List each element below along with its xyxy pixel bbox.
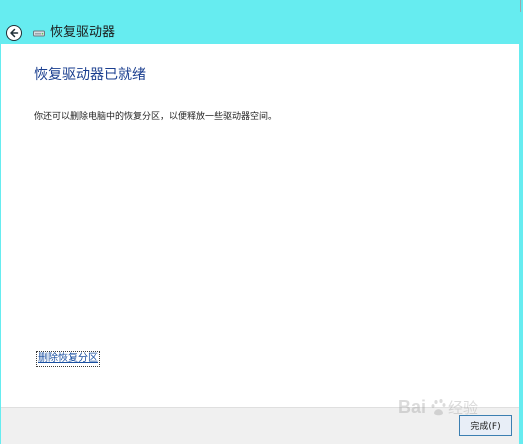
delete-recovery-partition-link[interactable]: 删除恢复分区 bbox=[36, 351, 100, 367]
window-title: 恢复驱动器 bbox=[50, 25, 116, 40]
recovery-drive-window: 恢复驱动器 恢复驱动器已就绪 你还可以删除电脑中的恢复分区，以便释放一些驱动器空… bbox=[0, 0, 523, 444]
svg-text:Bai: Bai bbox=[398, 397, 426, 417]
back-arrow-icon bbox=[10, 28, 19, 38]
description-text: 你还可以删除电脑中的恢复分区，以便释放一些驱动器空间。 bbox=[34, 112, 278, 122]
title-bar: 恢复驱动器 bbox=[0, 0, 523, 44]
drive-icon bbox=[33, 30, 45, 37]
window-edge bbox=[520, 0, 521, 12]
page-heading: 恢复驱动器已就绪 bbox=[34, 67, 146, 83]
back-button[interactable] bbox=[6, 25, 22, 41]
content-area: 恢复驱动器已就绪 你还可以删除电脑中的恢复分区，以便释放一些驱动器空间。 删除恢… bbox=[1, 44, 519, 407]
finish-button[interactable]: 完成(F) bbox=[459, 415, 512, 436]
